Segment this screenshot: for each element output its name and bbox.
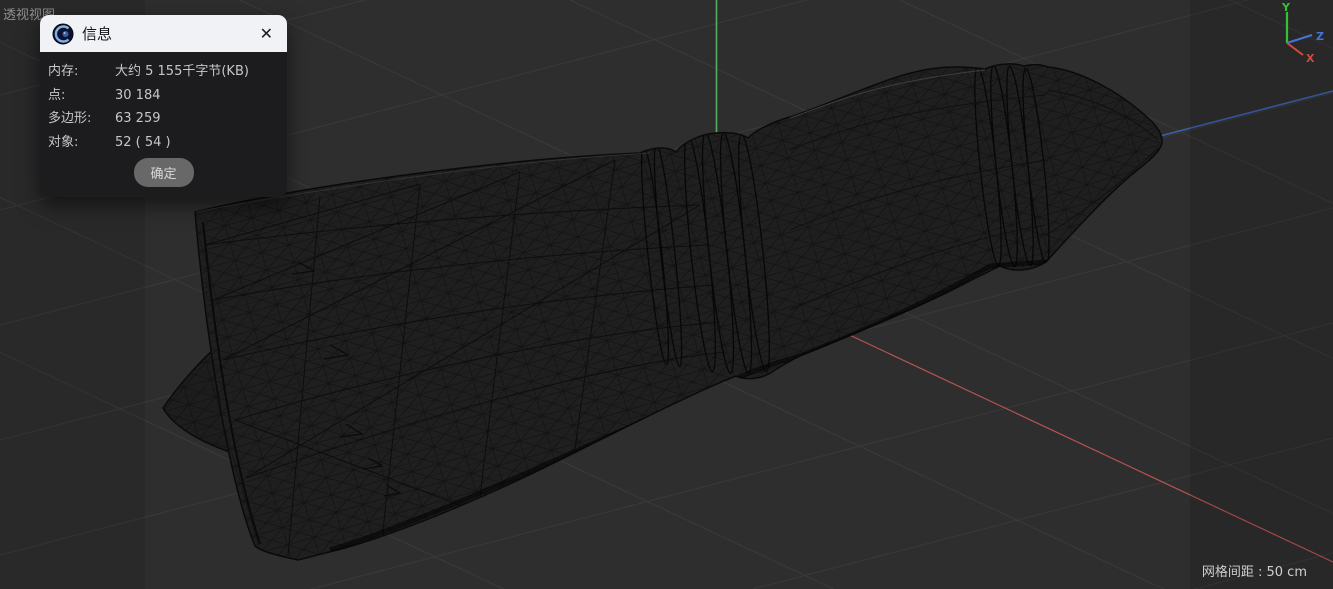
gizmo-y-label: Y [1281, 1, 1291, 14]
info-row-polygons: 多边形: 63 259 [48, 107, 279, 131]
info-dialog-body: 内存: 大约 5 155千字节(KB) 点: 30 184 多边形: 63 25… [40, 52, 287, 197]
info-label: 对象: [48, 134, 79, 150]
safe-frame-mask-right [1190, 0, 1333, 589]
info-dialog-titlebar[interactable]: 信息 ✕ [40, 15, 287, 52]
info-dialog: 信息 ✕ 内存: 大约 5 155千字节(KB) 点: 30 184 多边形: … [40, 15, 287, 197]
info-value: 52 ( 54 ) [115, 134, 171, 150]
info-row-objects: 对象: 52 ( 54 ) [48, 131, 279, 155]
info-label: 多边形: [48, 111, 92, 126]
cinema4d-logo-icon [52, 23, 74, 44]
axis-gizmo[interactable]: Y Z X [1260, 0, 1333, 72]
info-value: 63 259 [115, 111, 161, 126]
info-label: 内存: [48, 64, 79, 79]
c4d-viewport: 透视视图 摄像机.5 框选 网格间距 : 50 cm Y Z X [0, 0, 1333, 589]
info-row-memory: 内存: 大约 5 155千字节(KB) [48, 60, 279, 84]
gizmo-x-arm[interactable] [1286, 42, 1304, 56]
close-icon[interactable]: ✕ [258, 25, 275, 42]
ok-button[interactable]: 确定 [133, 158, 194, 187]
info-value: 大约 5 155千字节(KB) [115, 64, 249, 79]
dialog-title: 信息 [82, 25, 113, 43]
gizmo-z-arm[interactable] [1286, 34, 1313, 44]
gizmo-x-label: X [1306, 52, 1315, 65]
gizmo-z-label: Z [1316, 30, 1324, 43]
info-label: 点: [48, 87, 66, 103]
info-row-points: 点: 30 184 [48, 84, 279, 108]
info-value: 30 184 [115, 87, 161, 103]
grid-spacing-label: 网格间距 : 50 cm [1201, 565, 1307, 580]
